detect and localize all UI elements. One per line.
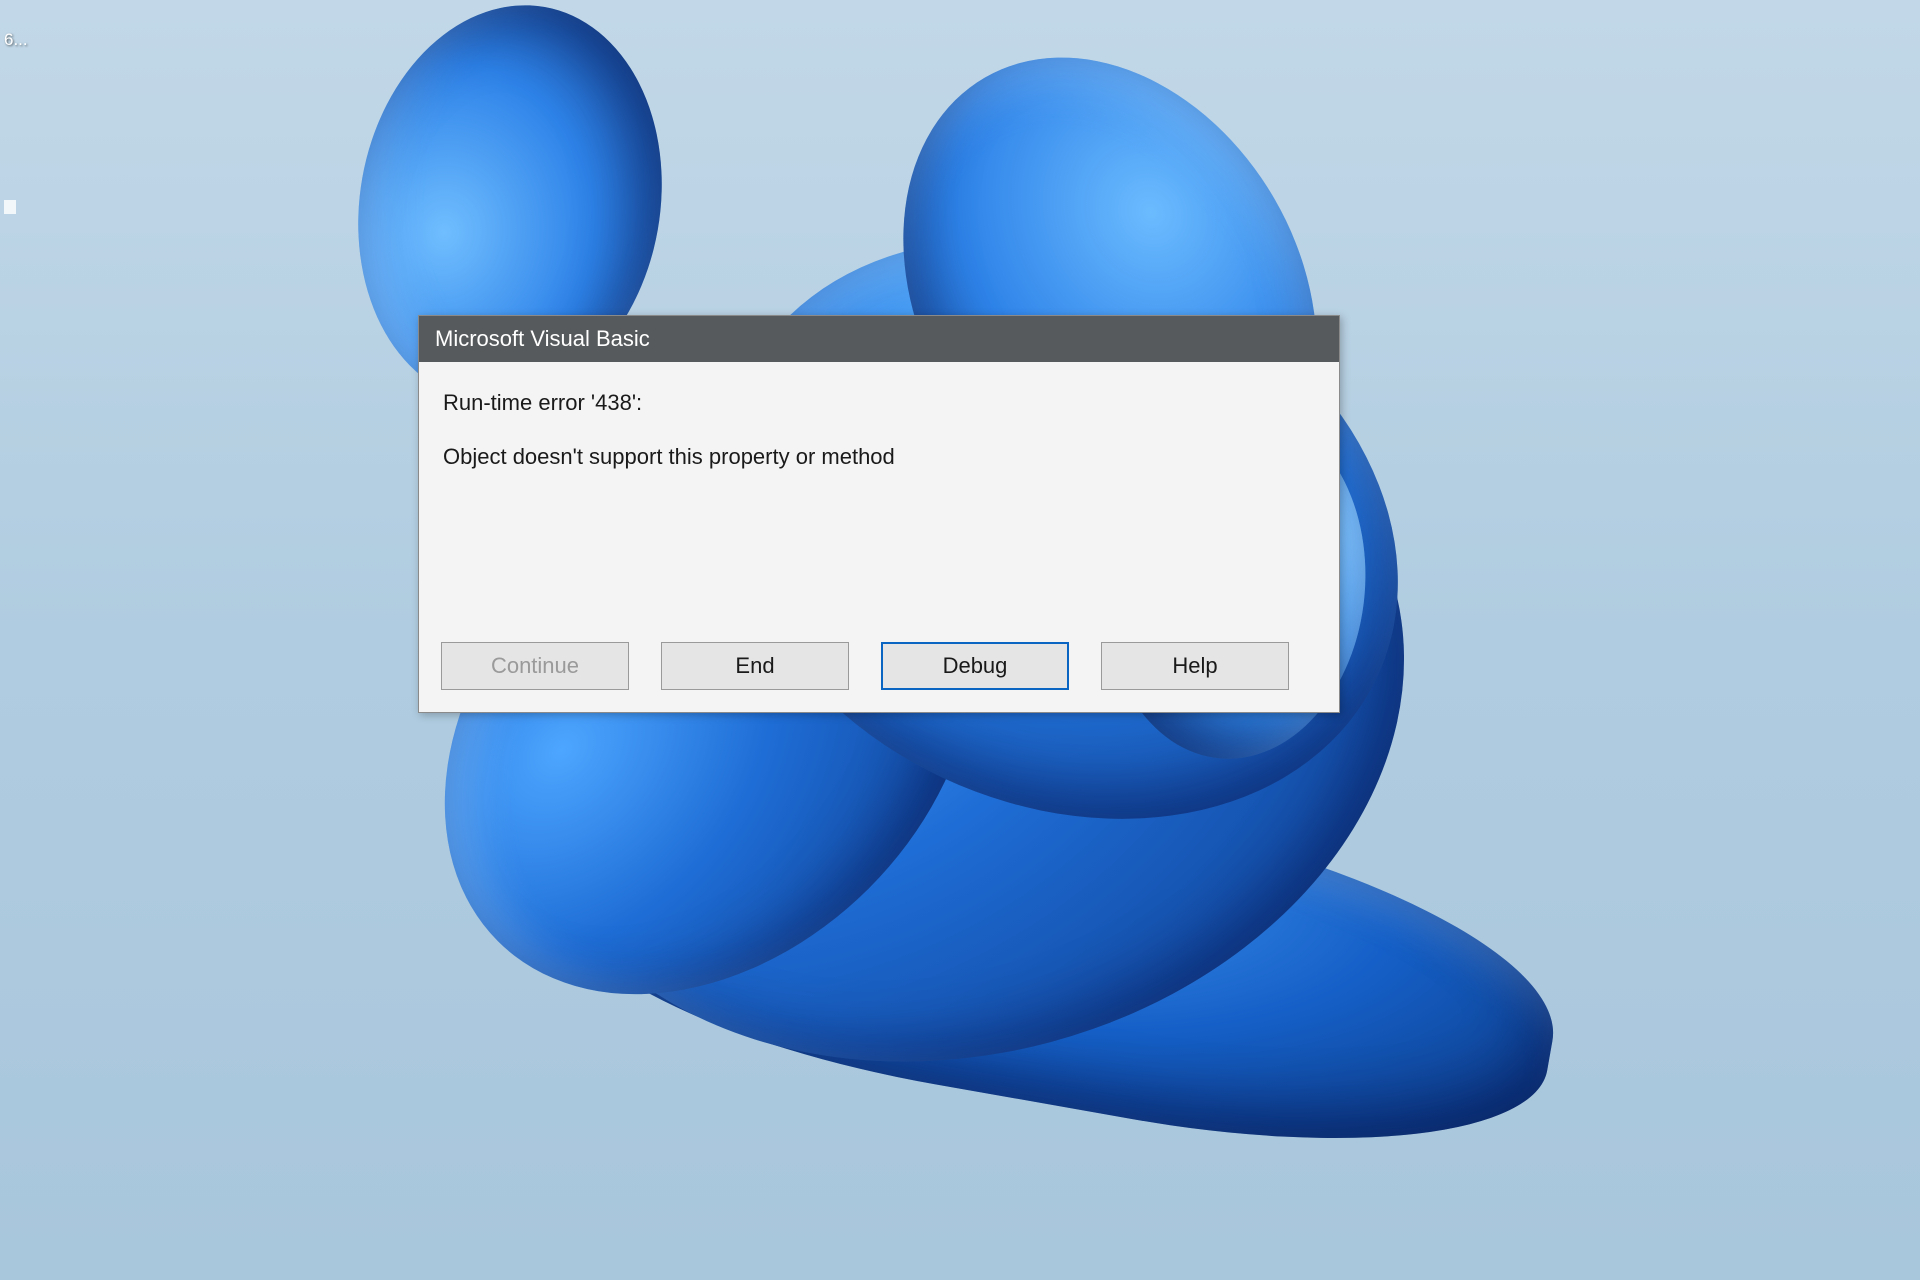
desktop-icon-label-fragment[interactable]: 6... [4, 30, 28, 50]
error-message: Object doesn't support this property or … [443, 444, 1315, 470]
help-button[interactable]: Help [1101, 642, 1289, 690]
dialog-title: Microsoft Visual Basic [435, 326, 650, 351]
dialog-button-row: Continue End Debug Help [419, 642, 1339, 712]
error-dialog: Microsoft Visual Basic Run-time error '4… [418, 315, 1340, 713]
end-button[interactable]: End [661, 642, 849, 690]
error-heading: Run-time error '438': [443, 390, 1315, 416]
continue-button: Continue [441, 642, 629, 690]
dialog-titlebar[interactable]: Microsoft Visual Basic [419, 316, 1339, 362]
dialog-body: Run-time error '438': Object doesn't sup… [419, 362, 1339, 642]
desktop-icon-fragment[interactable] [4, 200, 16, 214]
debug-button[interactable]: Debug [881, 642, 1069, 690]
